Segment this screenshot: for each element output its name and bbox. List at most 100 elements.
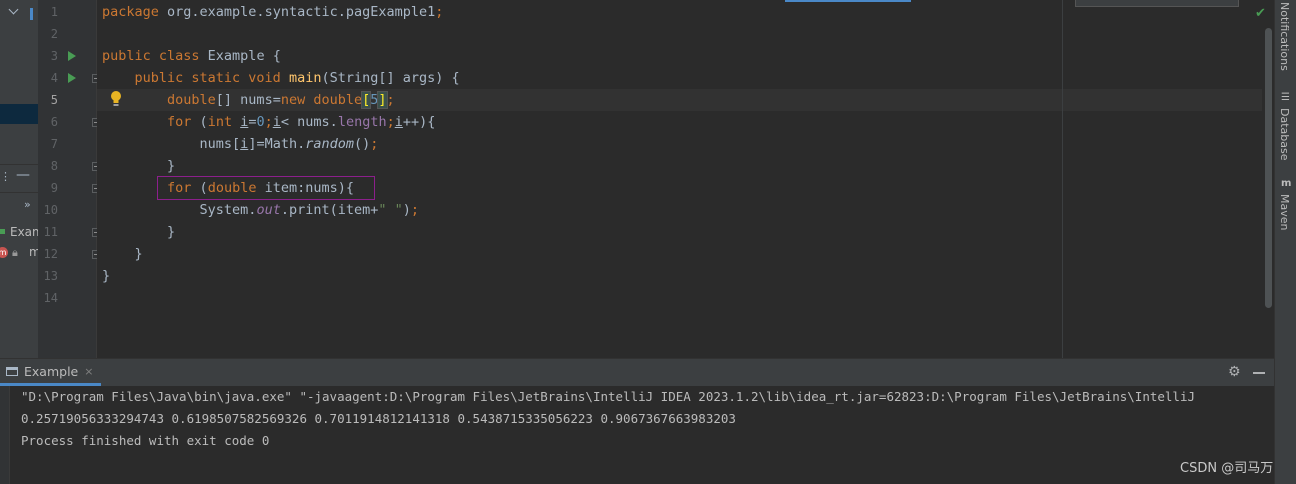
console-line: 0.25719056333294743 0.6198507582569326 0… [21, 411, 736, 426]
panel-divider [0, 164, 38, 165]
code-line[interactable]: nums[i]=Math.random(); [102, 133, 379, 155]
code-line[interactable]: } [102, 265, 110, 287]
tree-item-main[interactable]: m [29, 245, 38, 259]
code-line[interactable]: package org.example.syntactic.pagExample… [102, 1, 443, 23]
code-line[interactable]: for (int i=0;i< nums.length;i++){ [102, 111, 435, 133]
code-token: int [207, 114, 241, 130]
line-number: 11 [43, 225, 58, 239]
minimize-icon[interactable] [1253, 372, 1265, 374]
scroll-marker [30, 8, 33, 20]
code-token: public class [102, 48, 208, 64]
database-icon[interactable]: ☰ [1281, 92, 1290, 103]
code-token: 0 [256, 114, 265, 130]
tree-item-example[interactable]: Exam [10, 225, 38, 239]
code-editor[interactable]: package org.example.syntactic.pagExample… [97, 0, 1267, 358]
code-token: package [102, 4, 168, 20]
line-number: 1 [50, 5, 58, 19]
editor-scrollbar-thumb[interactable] [1265, 28, 1272, 308]
code-token: ; [410, 202, 420, 218]
code-token: out [256, 202, 281, 218]
code-line[interactable]: } [102, 243, 143, 265]
line-number: 7 [50, 137, 58, 151]
breadcrumb-popup-edge [1075, 0, 1239, 7]
line-number: 2 [50, 27, 58, 41]
line-number: 8 [50, 159, 58, 173]
code-token: public static void [102, 70, 289, 86]
code-line[interactable]: } [102, 221, 175, 243]
code-token: ( [199, 114, 208, 130]
run-icon[interactable] [68, 51, 76, 61]
right-tool-strip: Notifications ☰ Database m Maven [1274, 0, 1296, 484]
code-token: } [102, 246, 143, 262]
code-token: main [288, 70, 322, 86]
code-token: ) [402, 202, 411, 218]
selected-tree-row[interactable] [0, 104, 38, 124]
code-token: ] [377, 91, 388, 109]
console-toolbar [0, 386, 10, 484]
tab-run-example[interactable]: Example × [0, 359, 102, 386]
code-token: ; [435, 4, 444, 20]
code-token: random [305, 136, 354, 152]
code-token: ; [370, 136, 379, 152]
dots-icon[interactable]: ⋮ [0, 170, 11, 183]
run-tab-label: Example [24, 363, 79, 379]
code-token: (String[] args) { [321, 70, 460, 86]
code-token: } [102, 268, 111, 284]
tab-notifications[interactable]: Notifications [1278, 2, 1291, 71]
code-token: ]=Math. [248, 136, 306, 152]
editor-gutter: 1 2 3 4 5 6 7 8 9 10 11 12 13 14 [38, 0, 101, 358]
editor-scrollbar[interactable] [1262, 0, 1274, 358]
method-icon: m [0, 247, 8, 258]
code-line[interactable]: for (double item:nums){ [102, 177, 354, 199]
code-token: i [272, 114, 281, 130]
minimize-icon[interactable]: — [16, 167, 30, 183]
tab-maven[interactable]: Maven [1278, 194, 1291, 230]
chevron-down-icon[interactable] [8, 4, 19, 15]
line-number: 6 [50, 115, 58, 129]
code-token: length [337, 114, 387, 130]
code-token: ( [199, 180, 208, 196]
console-icon [6, 366, 18, 376]
code-token: item:nums){ [264, 180, 354, 196]
line-number: 12 [43, 247, 58, 261]
line-number: 10 [43, 203, 58, 217]
close-icon[interactable]: × [84, 365, 93, 378]
code-token: nums[ [102, 136, 241, 152]
run-console[interactable]: "D:\Program Files\Java\bin\java.exe" "-j… [0, 386, 1274, 484]
code-token: ++){ [402, 114, 436, 130]
code-token: [] nums= [215, 92, 281, 108]
gear-icon[interactable]: ⚙ [1228, 364, 1241, 380]
code-line[interactable]: public class Example { [102, 45, 281, 67]
code-line[interactable]: public static void main(String[] args) { [102, 67, 460, 89]
code-token: < nums. [280, 114, 338, 130]
maven-icon[interactable]: m [1281, 178, 1291, 189]
code-token: () [354, 136, 371, 152]
code-token: double [207, 180, 265, 196]
code-token: } [102, 158, 176, 174]
line-number: 3 [50, 49, 58, 63]
class-icon [0, 229, 5, 234]
code-line[interactable]: double[] nums=new double[5]; [102, 89, 395, 111]
code-token: ; [386, 114, 395, 130]
console-line: "D:\Program Files\Java\bin\java.exe" "-j… [21, 389, 1195, 404]
code-token: new double [280, 92, 363, 108]
line-number: 13 [43, 269, 58, 283]
lock-icon: 🔒︎ [12, 246, 18, 259]
run-tool-window-header: Example × ⚙ [0, 358, 1274, 386]
project-panel-strip: ⋮ — » Exam m 🔒︎ m [0, 0, 38, 358]
code-token: .print(item+ [280, 202, 379, 218]
expand-more-icon[interactable]: » [24, 198, 31, 211]
line-number: 9 [50, 181, 58, 195]
code-line[interactable]: System.out.print(item+" "); [102, 199, 420, 221]
checkmark-icon[interactable]: ✔ [1255, 6, 1266, 21]
panel-divider [0, 192, 38, 193]
active-tab-indicator [785, 0, 911, 2]
code-token: System. [102, 202, 257, 218]
right-margin-guide [1062, 0, 1063, 358]
code-token: for [102, 114, 200, 130]
run-icon[interactable] [68, 73, 76, 83]
code-line[interactable]: } [102, 155, 175, 177]
code-token: ; [264, 114, 273, 130]
code-token: double [102, 92, 216, 108]
tab-database[interactable]: Database [1278, 108, 1291, 161]
